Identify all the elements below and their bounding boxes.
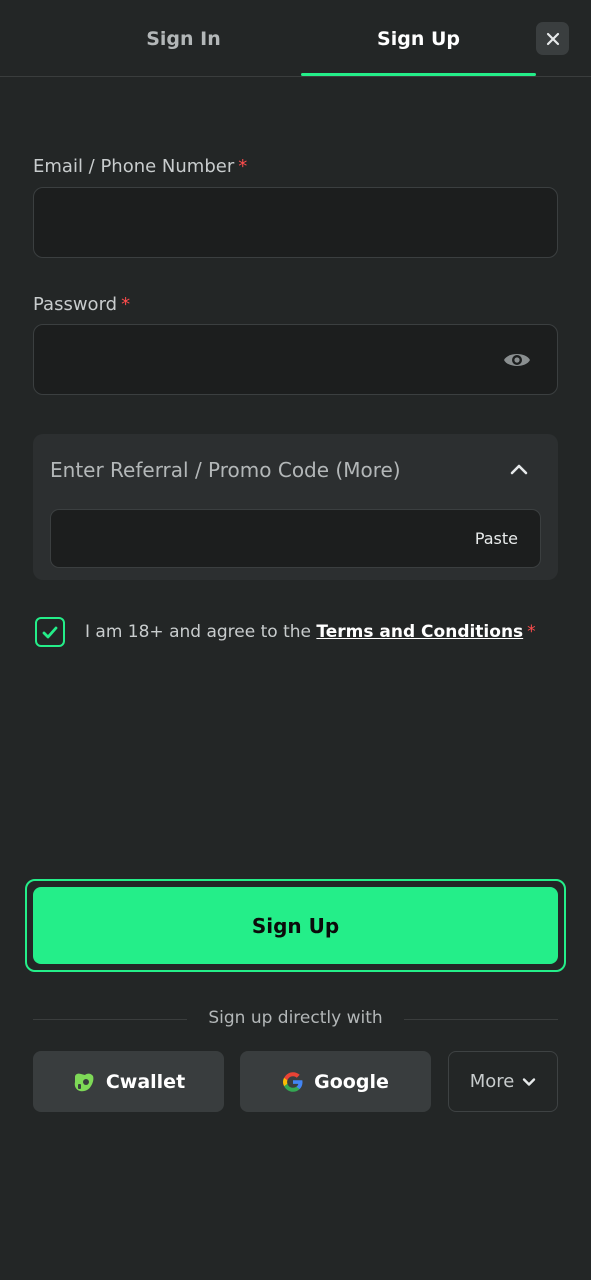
- cwallet-label: Cwallet: [105, 1070, 186, 1093]
- signup-button[interactable]: Sign Up: [33, 887, 558, 964]
- tab-sign-in[interactable]: Sign In: [66, 0, 301, 77]
- email-field-wrapper: [33, 187, 558, 258]
- agree-text: I am 18+ and agree to the Terms and Cond…: [85, 622, 536, 642]
- password-field-wrapper: [33, 324, 558, 395]
- divider-right: [404, 1019, 558, 1020]
- agree-statement: I am 18+ and agree to the: [85, 622, 311, 642]
- required-mark: *: [527, 622, 536, 642]
- promo-code-field-wrapper: Paste: [50, 509, 541, 568]
- close-button[interactable]: [536, 22, 569, 55]
- promo-code-section: Enter Referral / Promo Code (More) Paste: [33, 434, 558, 580]
- google-icon: [283, 1071, 303, 1092]
- terms-link[interactable]: Terms and Conditions: [316, 622, 523, 642]
- google-label: Google: [314, 1070, 389, 1093]
- password-label-text: Password: [33, 294, 118, 315]
- cwallet-button[interactable]: Cwallet: [33, 1051, 224, 1112]
- promo-code-toggle[interactable]: Enter Referral / Promo Code (More): [50, 458, 401, 482]
- chevron-down-icon: [523, 1077, 536, 1086]
- agree-checkbox[interactable]: [35, 617, 65, 647]
- social-divider-text: Sign up directly with: [208, 1008, 383, 1028]
- more-options-button[interactable]: More: [448, 1051, 558, 1112]
- check-icon: [42, 626, 58, 638]
- email-label: Email / Phone Number *: [33, 156, 247, 177]
- auth-tabs: Sign In Sign Up: [0, 0, 591, 77]
- email-field[interactable]: [34, 188, 557, 257]
- required-mark: *: [121, 294, 131, 315]
- chevron-up-icon[interactable]: [510, 462, 528, 476]
- active-tab-indicator: [301, 73, 536, 76]
- tab-sign-up[interactable]: Sign Up: [301, 0, 536, 77]
- required-mark: *: [238, 156, 248, 177]
- more-label: More: [469, 1071, 515, 1092]
- promo-code-field[interactable]: [51, 510, 451, 567]
- cwallet-icon: [74, 1073, 94, 1091]
- signup-modal: Sign In Sign Up Email / Phone Number * Pa…: [0, 0, 591, 1280]
- email-label-text: Email / Phone Number: [33, 156, 235, 177]
- password-label: Password *: [33, 294, 130, 315]
- password-field[interactable]: [34, 325, 557, 394]
- google-button[interactable]: Google: [240, 1051, 431, 1112]
- eye-icon[interactable]: [503, 349, 531, 371]
- close-icon: [546, 32, 559, 45]
- paste-button[interactable]: Paste: [475, 529, 518, 548]
